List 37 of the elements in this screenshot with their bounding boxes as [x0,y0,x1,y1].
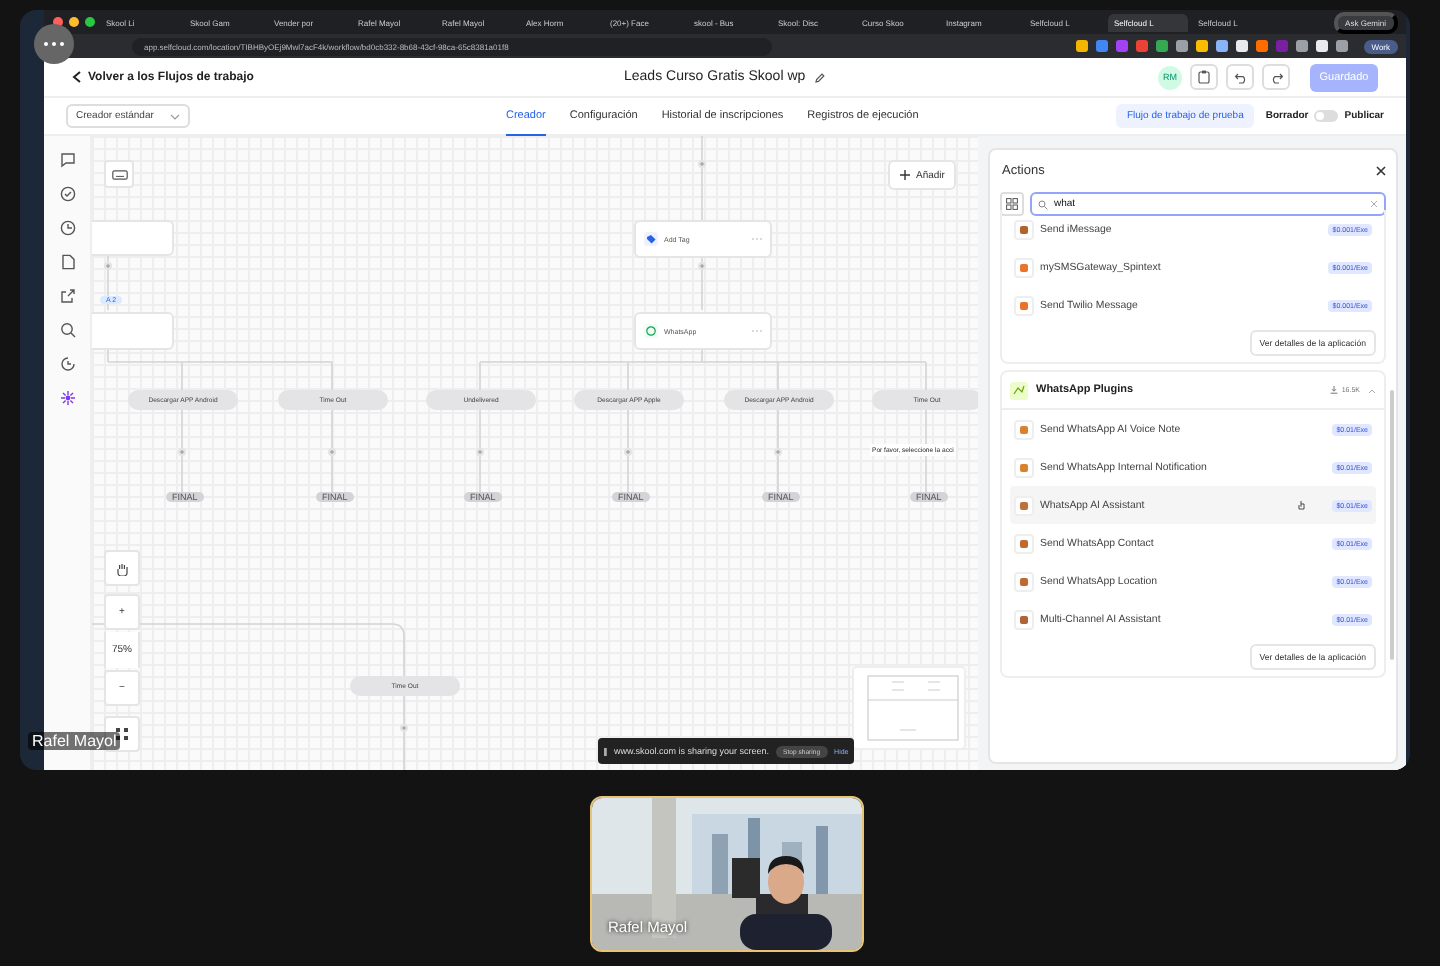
undo-button[interactable] [1226,64,1254,90]
close-icon[interactable] [1376,165,1386,175]
undo-icon [1233,71,1247,83]
clock-icon[interactable] [59,220,75,236]
sparkle-icon[interactable] [59,390,75,406]
tag-icon [644,232,658,246]
document-icon[interactable] [59,254,75,270]
drag-handle-icon[interactable] [604,747,608,755]
node-card[interactable] [92,312,174,350]
publish-toggle[interactable] [1314,110,1339,122]
grid-view-button[interactable] [1000,192,1024,216]
hand-tool-button[interactable] [104,550,140,586]
keyboard-button[interactable] [104,160,134,188]
search-icon[interactable] [59,322,75,338]
hand-icon [116,561,128,575]
keyboard-icon [111,169,127,179]
clipboard-button[interactable] [1190,64,1218,90]
clipboard-icon [1198,70,1210,84]
search-icon [1038,199,1048,209]
chat-icon[interactable] [59,152,75,168]
external-link-icon[interactable] [59,288,75,304]
fit-view-icon [116,728,128,740]
app-logo-icon [1010,381,1028,399]
chat-bubble-icon [644,324,658,338]
pencil-icon[interactable] [813,71,826,83]
node-card[interactable] [92,220,174,256]
cursor-icon [1298,500,1307,510]
redo-button[interactable] [1262,64,1290,90]
check-circle-icon[interactable] [59,186,75,202]
chevron-left-icon [72,70,82,84]
chevron-down-icon [170,113,180,119]
plus-icon [900,170,910,180]
grid-icon [1006,198,1018,210]
redo-icon [1269,71,1283,83]
window-controls-icon[interactable] [52,16,96,28]
history-icon[interactable] [59,356,75,372]
download-icon [1329,386,1338,394]
